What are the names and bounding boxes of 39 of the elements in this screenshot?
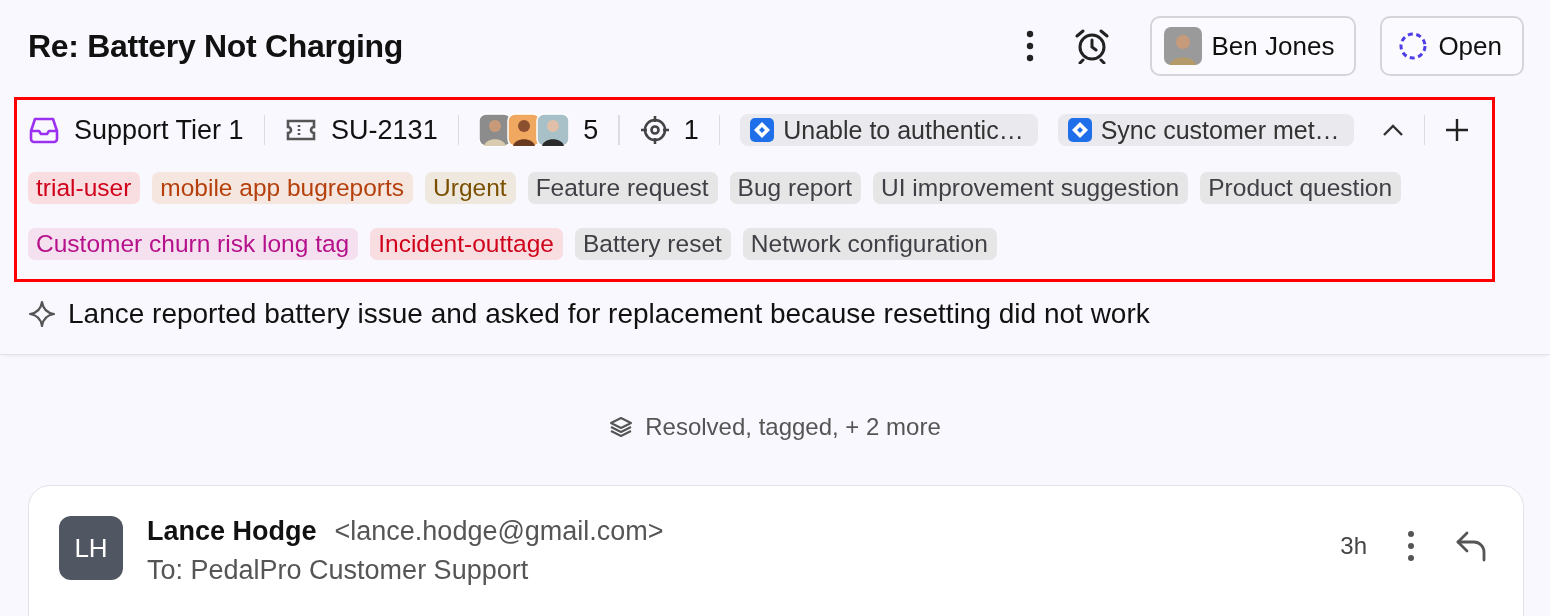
tag[interactable]: trial-user <box>28 172 141 204</box>
ticket-id: SU-2131 <box>331 114 438 146</box>
message-time: 3h <box>1340 532 1367 560</box>
more-icon[interactable] <box>1025 30 1034 62</box>
participant-avatars-icon <box>479 113 570 147</box>
add-icon[interactable] <box>1445 118 1470 142</box>
tag[interactable]: mobile app bugreports <box>152 172 414 204</box>
linked-issue-chip[interactable]: Sync customer met… <box>1057 114 1354 146</box>
tag[interactable]: UI improvement suggestion <box>873 172 1189 204</box>
dashed-circle-icon <box>1398 31 1429 61</box>
focus-count: 1 <box>683 114 699 146</box>
tag[interactable]: Incident-outtage <box>370 228 563 260</box>
inbox-name[interactable]: Support Tier 1 <box>74 114 244 146</box>
tag[interactable]: Network configuration <box>742 228 997 260</box>
assignee-button[interactable]: Ben Jones <box>1149 16 1357 76</box>
sender-name: Lance Hodge <box>147 516 317 547</box>
recipient: To: PedalPro Customer Support <box>147 555 530 586</box>
ticket-title: Re: Battery Not Charging <box>28 27 404 65</box>
tag[interactable]: Product question <box>1200 172 1402 204</box>
avatar-icon <box>1163 27 1202 65</box>
sender-email: <lance.hodge@gmail.com> <box>334 516 664 547</box>
status-button[interactable]: Open <box>1380 16 1524 76</box>
ai-summary: Lance reported battery issue and asked for replacement because resetting did not work <box>68 298 1150 330</box>
sparkle-icon <box>28 300 56 328</box>
target-icon <box>639 115 670 145</box>
tag[interactable]: Urgent <box>425 172 516 204</box>
more-icon[interactable] <box>1407 530 1415 562</box>
layers-icon <box>609 415 634 439</box>
tag[interactable]: Customer churn risk long tag <box>28 228 359 260</box>
tag[interactable]: Feature request <box>527 172 718 204</box>
collapse-icon[interactable] <box>1381 123 1404 137</box>
sender-avatar: LH <box>59 516 123 580</box>
participant-count: 5 <box>583 114 599 146</box>
ticket-icon <box>285 118 318 142</box>
tag[interactable]: Bug report <box>729 172 861 204</box>
tag[interactable]: Battery reset <box>574 228 731 260</box>
linked-issue-chip[interactable]: Unable to authentic… <box>740 114 1038 146</box>
activity-summary[interactable]: Resolved, tagged, + 2 more <box>645 413 941 441</box>
inbox-icon <box>28 116 60 144</box>
